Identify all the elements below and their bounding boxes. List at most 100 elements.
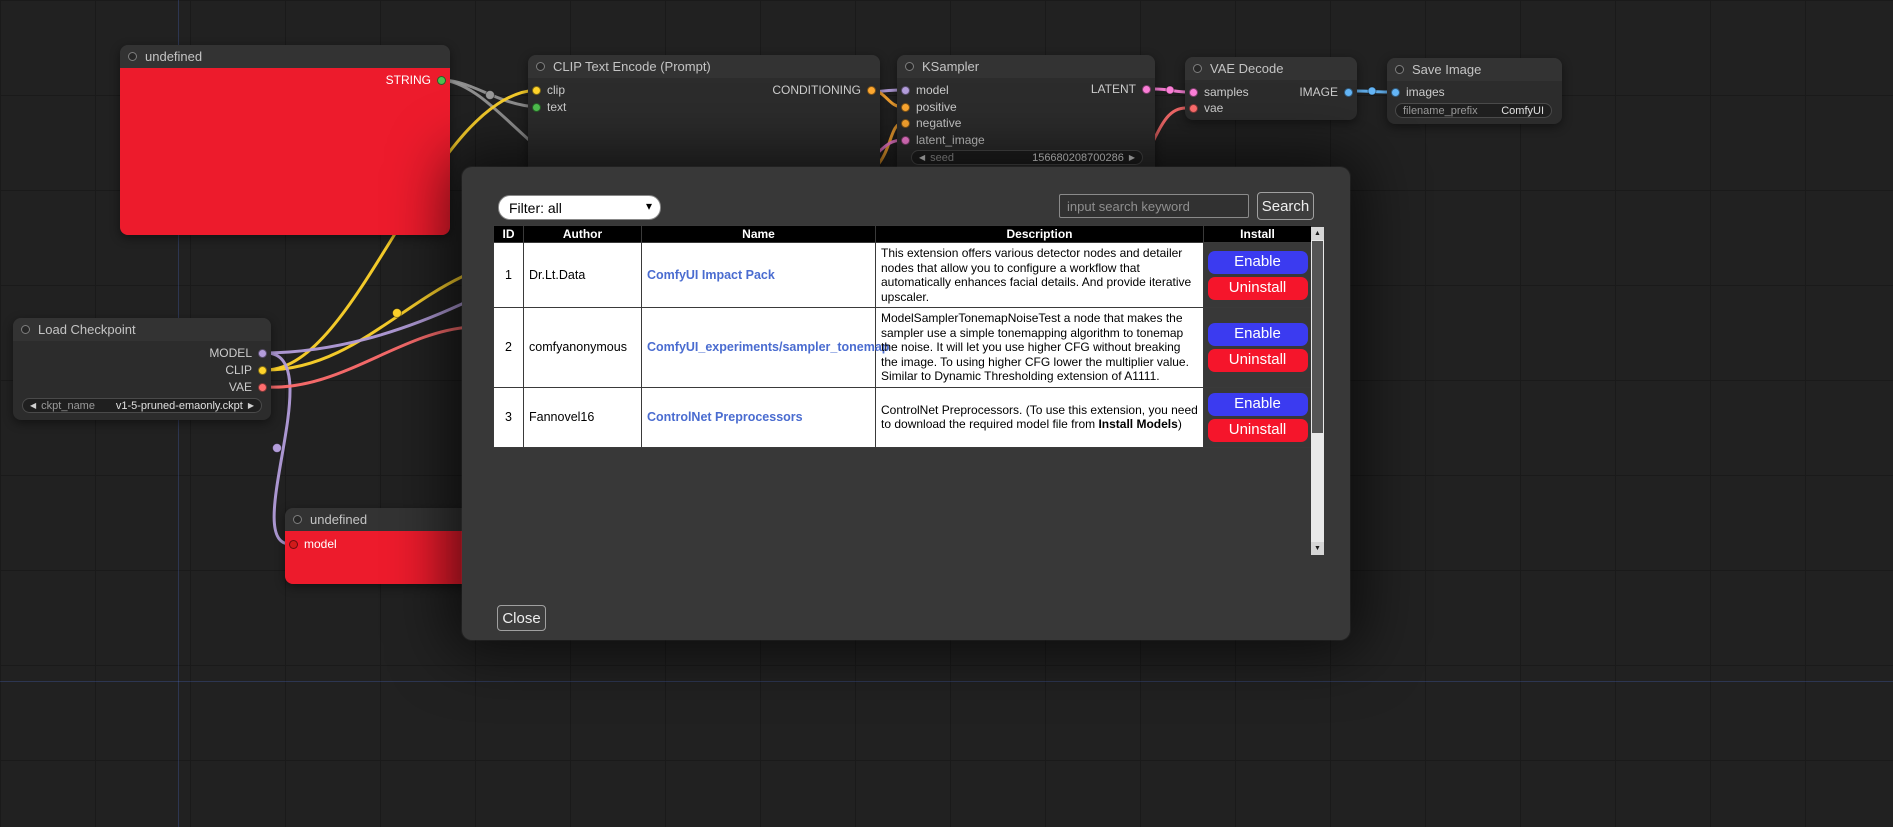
node-header[interactable]: undefined [120, 45, 450, 68]
input-dot-vae[interactable] [1189, 104, 1198, 113]
node-undefined-string[interactable]: undefined STRING [120, 45, 450, 235]
collapse-dot-icon[interactable] [536, 62, 545, 71]
cell-install: Enable Uninstall [1204, 387, 1312, 447]
port-label: samples [1204, 85, 1249, 99]
node-header[interactable]: undefined [285, 508, 485, 531]
input-port-samples[interactable]: samples [1189, 85, 1249, 99]
input-port-latent-image[interactable]: latent_image [901, 133, 985, 147]
node-load-checkpoint[interactable]: Load Checkpoint MODEL CLIP VAE ◀ ckpt_na… [13, 318, 271, 420]
table-scrollbar[interactable]: ▲ ▼ [1311, 227, 1324, 555]
output-dot-model[interactable] [258, 349, 267, 358]
collapse-dot-icon[interactable] [21, 325, 30, 334]
node-save-image[interactable]: Save Image images filename_prefix ComfyU… [1387, 58, 1562, 124]
search-button[interactable]: Search [1257, 192, 1314, 220]
input-dot-samples[interactable] [1189, 88, 1198, 97]
port-label: images [1406, 85, 1445, 99]
increment-icon[interactable]: ▶ [248, 402, 254, 410]
input-port-text[interactable]: text [532, 100, 566, 114]
collapse-dot-icon[interactable] [293, 515, 302, 524]
extension-link[interactable]: ControlNet Preprocessors [647, 410, 803, 424]
port-label: clip [547, 83, 565, 97]
cell-install: Enable Uninstall [1204, 308, 1312, 388]
input-dot-images[interactable] [1391, 88, 1400, 97]
input-dot-model[interactable] [901, 86, 910, 95]
extension-row: 2 comfyanonymous ComfyUI_experiments/sam… [494, 308, 1312, 388]
node-header[interactable]: CLIP Text Encode (Prompt) [528, 55, 880, 78]
collapse-dot-icon[interactable] [128, 52, 137, 61]
canvas-guide-line-horizontal [0, 681, 1893, 682]
input-dot-positive[interactable] [901, 103, 910, 112]
scroll-down-icon[interactable]: ▼ [1311, 542, 1324, 555]
output-port-conditioning[interactable]: CONDITIONING [772, 83, 876, 97]
cell-description: ModelSamplerTonemapNoiseTest a node that… [876, 308, 1204, 388]
close-button[interactable]: Close [497, 605, 546, 631]
collapse-dot-icon[interactable] [1193, 64, 1202, 73]
ckpt-name-widget[interactable]: ◀ ckpt_name v1-5-pruned-emaonly.ckpt ▶ [22, 398, 262, 413]
node-undefined-model[interactable]: undefined model [285, 508, 485, 584]
column-header-id: ID [494, 226, 524, 243]
widget-label: seed [930, 152, 954, 164]
node-body: model [285, 531, 485, 584]
output-dot-vae[interactable] [258, 383, 267, 392]
port-label: negative [916, 116, 961, 130]
column-header-install: Install [1204, 226, 1312, 243]
output-port-model[interactable]: MODEL [209, 346, 267, 360]
input-port-images[interactable]: images [1391, 85, 1445, 99]
enable-button[interactable]: Enable [1208, 323, 1308, 346]
extension-table: ID Author Name Description Install 1 Dr.… [493, 225, 1312, 448]
scroll-up-icon[interactable]: ▲ [1311, 227, 1324, 240]
node-header[interactable]: KSampler [897, 55, 1155, 78]
input-dot-model[interactable] [289, 540, 298, 549]
node-body: samples vae IMAGE [1185, 80, 1357, 120]
output-port-clip[interactable]: CLIP [225, 363, 267, 377]
extension-link[interactable]: ComfyUI_experiments/sampler_tonemap [647, 340, 889, 354]
output-port-vae[interactable]: VAE [229, 380, 267, 394]
node-header[interactable]: VAE Decode [1185, 57, 1357, 80]
output-port-image[interactable]: IMAGE [1299, 85, 1353, 99]
output-dot-latent[interactable] [1142, 85, 1151, 94]
extension-link[interactable]: ComfyUI Impact Pack [647, 268, 775, 282]
node-ksampler[interactable]: KSampler model positive negative latent_… [897, 55, 1155, 175]
port-label: LATENT [1091, 82, 1136, 96]
increment-icon[interactable]: ▶ [1129, 154, 1135, 162]
node-header[interactable]: Save Image [1387, 58, 1562, 81]
scrollbar-thumb[interactable] [1312, 241, 1323, 433]
seed-widget[interactable]: ◀ seed 156680208700286 ▶ [911, 150, 1143, 165]
cell-id: 2 [494, 308, 524, 388]
enable-button[interactable]: Enable [1208, 393, 1308, 416]
input-port-vae[interactable]: vae [1189, 101, 1223, 115]
filename-prefix-widget[interactable]: filename_prefix ComfyUI [1395, 103, 1552, 118]
uninstall-button[interactable]: Uninstall [1208, 419, 1308, 442]
input-port-model[interactable]: model [289, 537, 337, 551]
extension-row: 3 Fannovel16 ControlNet Preprocessors Co… [494, 387, 1312, 447]
uninstall-button[interactable]: Uninstall [1208, 349, 1308, 372]
decrement-icon[interactable]: ◀ [30, 402, 36, 410]
search-input[interactable] [1059, 194, 1249, 218]
input-port-clip[interactable]: clip [532, 83, 565, 97]
enable-button[interactable]: Enable [1208, 251, 1308, 274]
output-port-latent[interactable]: LATENT [1091, 82, 1151, 96]
node-title: undefined [310, 512, 367, 527]
input-dot-clip[interactable] [532, 86, 541, 95]
port-label: STRING [386, 73, 431, 87]
output-dot-conditioning[interactable] [867, 86, 876, 95]
output-dot-image[interactable] [1344, 88, 1353, 97]
uninstall-button[interactable]: Uninstall [1208, 277, 1308, 300]
input-dot-negative[interactable] [901, 119, 910, 128]
input-port-negative[interactable]: negative [901, 116, 961, 130]
node-vae-decode[interactable]: VAE Decode samples vae IMAGE [1185, 57, 1357, 120]
input-dot-text[interactable] [532, 103, 541, 112]
output-dot-clip[interactable] [258, 366, 267, 375]
input-port-positive[interactable]: positive [901, 100, 957, 114]
decrement-icon[interactable]: ◀ [919, 154, 925, 162]
input-dot-latent-image[interactable] [901, 136, 910, 145]
node-header[interactable]: Load Checkpoint [13, 318, 271, 341]
cell-id: 3 [494, 387, 524, 447]
output-dot-string[interactable] [437, 76, 446, 85]
collapse-dot-icon[interactable] [1395, 65, 1404, 74]
filter-select[interactable]: Filter: all [498, 195, 661, 220]
input-port-model[interactable]: model [901, 83, 949, 97]
collapse-dot-icon[interactable] [905, 62, 914, 71]
output-port-string[interactable]: STRING [386, 73, 446, 87]
widget-label: ckpt_name [41, 400, 95, 412]
